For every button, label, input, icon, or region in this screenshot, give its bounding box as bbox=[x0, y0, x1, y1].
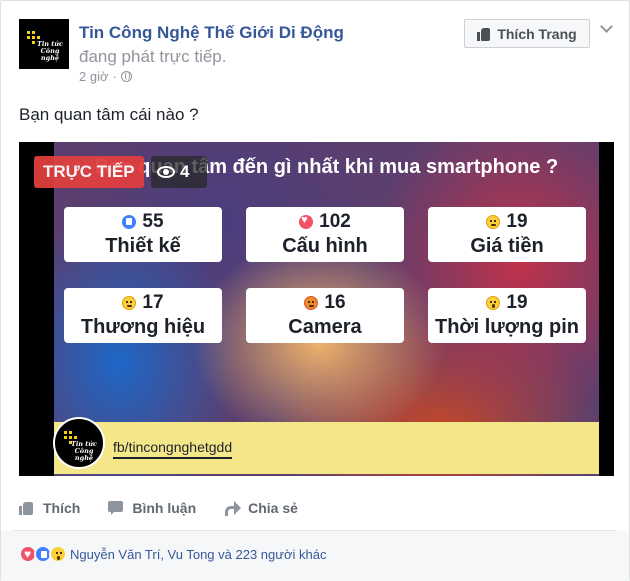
viewer-count-badge: 4 bbox=[151, 156, 207, 188]
comment-label: Bình luận bbox=[132, 500, 197, 516]
option-label: Camera bbox=[288, 316, 362, 338]
share-label: Chia sẻ bbox=[248, 500, 298, 516]
option-count: 19 bbox=[506, 292, 528, 313]
meta-separator: · bbox=[112, 69, 117, 84]
option-count: 19 bbox=[506, 211, 528, 232]
share-icon bbox=[224, 500, 242, 516]
share-button[interactable]: Chia sẻ bbox=[224, 500, 298, 516]
poll-option: 55 Thiết kế bbox=[64, 207, 222, 262]
option-label: Giá tiền bbox=[470, 235, 544, 257]
post-header-title: Tin Công Nghệ Thế Giới Di Động đang phát… bbox=[79, 21, 449, 69]
avatar-logo-text: Tin tức Công nghệ bbox=[37, 40, 63, 62]
option-count: 16 bbox=[324, 292, 346, 313]
chevron-down-icon[interactable] bbox=[599, 21, 613, 35]
reaction-icons bbox=[19, 545, 67, 563]
comment-icon bbox=[108, 500, 124, 516]
like-page-label: Thích Trang bbox=[497, 25, 577, 42]
option-label: Thiết kế bbox=[105, 235, 181, 257]
like-page-button[interactable]: Thích Trang bbox=[464, 19, 590, 48]
live-action-text: đang phát trực tiếp. bbox=[79, 47, 227, 66]
like-label: Thích bbox=[43, 500, 81, 516]
poll-option: 16 Camera bbox=[246, 288, 404, 343]
option-count: 102 bbox=[319, 211, 351, 232]
live-video[interactable]: Bạn quan tâm đến gì nhất khi mua smartph… bbox=[19, 142, 614, 476]
post-actions: Thích Bình luận Chia sẻ bbox=[19, 500, 298, 516]
poll-option: 102 Cấu hình bbox=[246, 207, 404, 262]
page-avatar[interactable]: Tin tức Công nghệ bbox=[19, 19, 69, 69]
reactions-summary[interactable]: Nguyễn Văn Trí, Vu Tong và 223 người khá… bbox=[19, 545, 326, 563]
poll-option: 19 Giá tiền bbox=[428, 207, 586, 262]
poll-option: 19 Thời lượng pin bbox=[428, 288, 586, 343]
option-label: Cấu hình bbox=[282, 235, 368, 257]
reactions-text[interactable]: Nguyễn Văn Trí, Vu Tong và 223 người khá… bbox=[70, 547, 326, 562]
thumbs-up-icon bbox=[19, 500, 35, 516]
eye-icon bbox=[157, 166, 175, 178]
love-reaction-icon bbox=[299, 214, 314, 229]
like-reaction-icon bbox=[122, 215, 137, 229]
video-letterbox-left bbox=[19, 142, 54, 476]
option-count: 17 bbox=[142, 292, 164, 313]
page-name-link[interactable]: Tin Công Nghệ Thế Giới Di Động bbox=[79, 23, 344, 42]
option-label: Thương hiệu bbox=[80, 316, 206, 338]
video-letterbox-right bbox=[599, 142, 614, 476]
viewer-count: 4 bbox=[180, 162, 190, 181]
live-badge: TRỰC TIẾP bbox=[34, 156, 144, 188]
like-button[interactable]: Thích bbox=[19, 500, 80, 516]
post-text: Bạn quan tâm cái nào ? bbox=[19, 105, 199, 124]
post-card: Tin tức Công nghệ Tin Công Nghệ Thế Giới… bbox=[0, 0, 630, 581]
angry-reaction-icon bbox=[304, 296, 319, 310]
comment-button[interactable]: Bình luận bbox=[108, 500, 196, 516]
option-count: 55 bbox=[142, 211, 164, 232]
globe-icon[interactable] bbox=[120, 71, 132, 82]
thumbs-up-icon bbox=[477, 27, 491, 41]
sad-reaction-icon bbox=[486, 215, 501, 229]
signature-logo: Tin tức Công nghệ bbox=[53, 417, 105, 469]
haha-reaction-icon bbox=[122, 296, 137, 310]
signature-url: fb/tincongnghetgdd bbox=[113, 439, 233, 459]
wow-reaction-icon bbox=[49, 545, 67, 563]
post-meta: 2 giờ · bbox=[79, 69, 132, 84]
option-label: Thời lượng pin bbox=[434, 316, 579, 338]
poll-option: 17 Thương hiệu bbox=[64, 288, 222, 343]
wow-reaction-icon bbox=[486, 296, 501, 310]
post-time[interactable]: 2 giờ bbox=[79, 69, 109, 84]
signature-logo-text: Tin tức Công nghệ bbox=[71, 440, 97, 462]
